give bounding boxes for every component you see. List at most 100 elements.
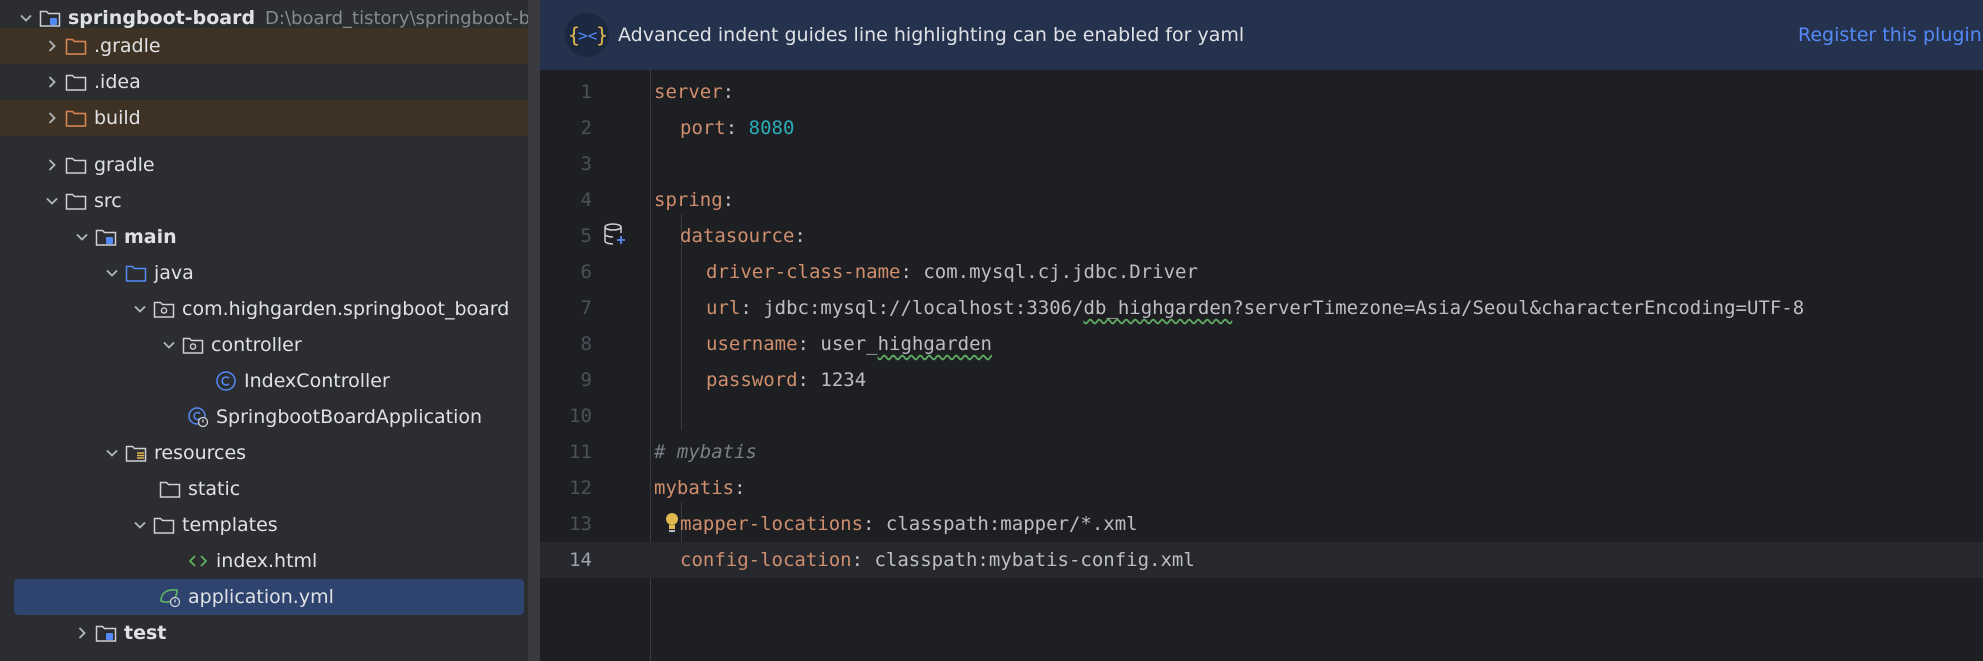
tree-item-label: com.highgarden.springboot_board xyxy=(182,298,510,320)
tree-item-label: java xyxy=(154,262,194,284)
tree-item-gradle[interactable]: gradle xyxy=(0,147,528,183)
tree-item-label: build xyxy=(94,107,141,129)
chevron-down-icon[interactable] xyxy=(100,266,124,280)
project-tree: springboot-board D:\board_tistory\spring… xyxy=(0,0,528,661)
code-editor[interactable]: 1 server: 2 port: 8080 3 4 spring: 5 dat… xyxy=(540,70,1983,661)
class-icon xyxy=(214,370,238,392)
tree-item-controller[interactable]: controller xyxy=(0,327,528,363)
code-line[interactable]: 7 url: jdbc:mysql://localhost:3306/db_hi… xyxy=(540,290,1983,326)
line-number: 6 xyxy=(580,261,592,283)
yaml-colon: : xyxy=(722,81,735,103)
tree-item-main[interactable]: main xyxy=(0,219,528,255)
line-number: 9 xyxy=(580,369,592,391)
code-line[interactable]: 3 xyxy=(540,146,1983,182)
chevron-down-icon[interactable] xyxy=(70,230,94,244)
lightbulb-intention-icon[interactable] xyxy=(664,512,680,539)
spring-yml-file-icon xyxy=(158,586,182,608)
tree-item-java[interactable]: java xyxy=(0,255,528,291)
yaml-key: mybatis xyxy=(654,477,735,499)
code-line[interactable]: 4 spring: xyxy=(540,182,1983,218)
yaml-value: user_ xyxy=(820,333,878,355)
tree-item-index-html[interactable]: index.html xyxy=(0,543,528,579)
tree-item-build[interactable]: build xyxy=(0,100,528,136)
chevron-down-icon[interactable] xyxy=(157,338,181,352)
line-number: 13 xyxy=(569,513,592,535)
code-line-current[interactable]: 14 config-location: classpath:mybatis-co… xyxy=(540,542,1983,578)
line-number: 5 xyxy=(580,225,592,247)
package-icon xyxy=(152,298,176,320)
register-plugin-link[interactable]: Register this plugin t xyxy=(1798,24,1983,46)
line-number: 11 xyxy=(569,441,592,463)
chevron-right-icon[interactable] xyxy=(70,626,94,640)
chevron-down-icon[interactable] xyxy=(128,302,152,316)
excluded-folder-icon xyxy=(64,35,88,57)
code-line[interactable]: 11 # mybatis xyxy=(540,434,1983,470)
code-line[interactable]: 12 mybatis: xyxy=(540,470,1983,506)
chevron-right-icon[interactable] xyxy=(40,158,64,172)
tree-item-static[interactable]: static xyxy=(0,471,528,507)
svg-text:}: } xyxy=(596,23,608,47)
yaml-key: config-location xyxy=(680,549,852,571)
chevron-down-icon[interactable] xyxy=(128,518,152,532)
tree-item-src[interactable]: src xyxy=(0,183,528,219)
tree-item-label: test xyxy=(124,622,167,644)
svg-text:><: >< xyxy=(578,26,597,45)
yaml-key: server xyxy=(654,81,723,103)
tree-item-resources[interactable]: resources xyxy=(0,435,528,471)
resources-folder-icon xyxy=(124,442,148,464)
yaml-value: 8080 xyxy=(748,117,795,139)
yaml-value: classpath:mybatis-config.xml xyxy=(874,549,1195,571)
yaml-key: port xyxy=(680,117,726,139)
chevron-down-icon[interactable] xyxy=(100,446,124,460)
tree-item-label: main xyxy=(124,226,177,248)
code-line[interactable]: 9 password: 1234 xyxy=(540,362,1983,398)
yaml-key: datasource xyxy=(680,225,795,247)
yaml-colon: : xyxy=(740,297,764,319)
plugin-suggestion-banner: { >< } Advanced indent guides line highl… xyxy=(540,0,1983,70)
folder-icon xyxy=(64,190,88,212)
line-number: 14 xyxy=(569,549,592,571)
code-line[interactable]: 6 driver-class-name: com.mysql.cj.jdbc.D… xyxy=(540,254,1983,290)
project-name: springboot-board xyxy=(68,7,256,29)
yaml-colon: : xyxy=(794,225,806,247)
line-number: 2 xyxy=(580,117,592,139)
code-line[interactable]: 8 username: user_highgarden xyxy=(540,326,1983,362)
line-number: 10 xyxy=(569,405,592,427)
module-folder-icon xyxy=(94,622,118,644)
chevron-down-icon[interactable] xyxy=(14,11,38,25)
indent-rainbow-plugin-icon: { >< } xyxy=(564,12,610,58)
tree-item-test[interactable]: test xyxy=(0,615,528,651)
chevron-right-icon[interactable] xyxy=(40,75,64,89)
tree-item-springboot-application[interactable]: SpringbootBoardApplication xyxy=(0,399,528,435)
tree-item-application-yml[interactable]: application.yml xyxy=(14,579,524,615)
module-folder-icon xyxy=(38,7,62,29)
tree-item-idea[interactable]: .idea xyxy=(0,64,528,100)
code-line[interactable]: 13 mapper-locations: classpath:mapper/*.… xyxy=(540,506,1983,542)
yaml-value-typo: highgarden xyxy=(877,333,992,355)
tree-item-label: gradle xyxy=(94,154,155,176)
code-line[interactable]: 1 server: xyxy=(540,74,1983,110)
panel-splitter[interactable] xyxy=(528,0,540,661)
source-folder-icon xyxy=(124,262,148,284)
yaml-value: com.mysql.cj.jdbc.Driver xyxy=(923,261,1198,283)
chevron-right-icon[interactable] xyxy=(40,39,64,53)
tree-item-label: templates xyxy=(182,514,278,536)
code-line[interactable]: 5 datasource: xyxy=(540,218,1983,254)
tree-item-templates[interactable]: templates xyxy=(0,507,528,543)
yaml-value: jdbc:mysql://localhost:3306/ xyxy=(763,297,1084,319)
tree-item-gradle-cache[interactable]: .gradle xyxy=(0,28,528,64)
chevron-right-icon[interactable] xyxy=(40,111,64,125)
tree-item-package-root[interactable]: com.highgarden.springboot_board xyxy=(0,291,528,327)
code-line[interactable]: 2 port: 8080 xyxy=(540,110,1983,146)
tree-item-index-controller[interactable]: IndexController xyxy=(0,363,528,399)
code-line[interactable]: 10 xyxy=(540,398,1983,434)
yaml-colon: : xyxy=(797,369,821,391)
folder-icon xyxy=(152,514,176,536)
tree-item-label: SpringbootBoardApplication xyxy=(216,406,483,428)
chevron-down-icon[interactable] xyxy=(40,194,64,208)
folder-icon xyxy=(64,154,88,176)
yaml-colon: : xyxy=(851,549,875,571)
tree-item-label: resources xyxy=(154,442,247,464)
database-gutter-icon[interactable] xyxy=(602,222,628,253)
tree-item-label: .idea xyxy=(94,71,141,93)
